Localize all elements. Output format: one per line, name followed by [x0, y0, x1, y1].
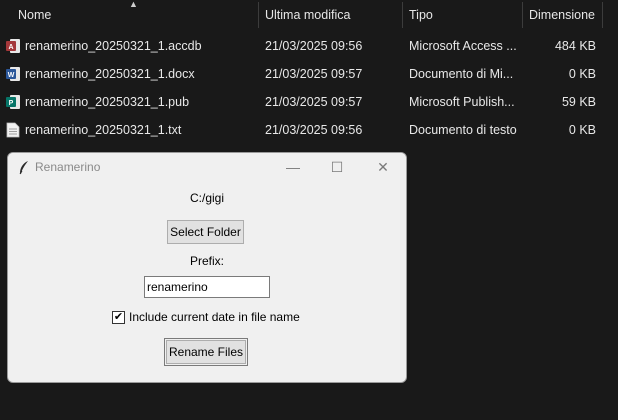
close-button[interactable]: ✕ — [360, 153, 406, 181]
include-date-label: Include current date in file name — [129, 310, 300, 324]
file-size: 59 KB — [561, 95, 596, 109]
svg-text:A: A — [8, 44, 13, 51]
file-row[interactable]: A renamerino_20250321_1.accdb 21/03/2025… — [0, 32, 618, 60]
text-file-icon — [6, 122, 20, 138]
word-file-icon: W — [6, 67, 20, 81]
file-name: renamerino_20250321_1.docx — [25, 67, 195, 81]
minimize-button[interactable]: — — [270, 153, 316, 181]
file-row[interactable]: W renamerino_20250321_1.docx 21/03/2025 … — [0, 60, 618, 88]
file-size: 0 KB — [568, 123, 596, 137]
prefix-input[interactable] — [144, 276, 270, 298]
prefix-label: Prefix: — [189, 254, 224, 268]
column-divider[interactable] — [602, 2, 603, 28]
file-row[interactable]: P renamerino_20250321_1.pub 21/03/2025 0… — [0, 88, 618, 116]
file-modified: 21/03/2025 09:57 — [265, 95, 363, 109]
column-header-modified[interactable]: Ultima modifica — [265, 0, 350, 30]
file-name: renamerino_20250321_1.pub — [25, 95, 190, 109]
file-size: 0 KB — [568, 67, 596, 81]
file-row[interactable]: renamerino_20250321_1.txt 21/03/2025 09:… — [0, 116, 618, 144]
svg-text:P: P — [9, 100, 14, 107]
file-name: renamerino_20250321_1.txt — [25, 123, 182, 137]
access-file-icon: A — [6, 39, 20, 53]
file-size: 484 KB — [554, 39, 596, 53]
column-divider[interactable] — [522, 2, 523, 28]
column-header-name[interactable]: Nome — [18, 0, 51, 30]
column-divider[interactable] — [402, 2, 403, 28]
file-name: renamerino_20250321_1.accdb — [25, 39, 202, 53]
file-type: Microsoft Access ... — [409, 39, 517, 53]
sort-ascending-icon: ▲ — [129, 0, 138, 9]
folder-path-label: C:/gigi — [189, 191, 224, 205]
select-folder-button[interactable]: Select Folder — [167, 220, 244, 244]
column-header-type[interactable]: Tipo — [409, 0, 433, 30]
title-bar[interactable]: Renamerino — ☐ ✕ — [8, 153, 406, 181]
svg-text:W: W — [8, 72, 15, 79]
column-header-size[interactable]: Dimensione — [529, 0, 595, 30]
explorer-column-header: ▲ Nome Ultima modifica Tipo Dimensione — [0, 0, 618, 30]
publisher-file-icon: P — [6, 95, 20, 109]
file-type: Documento di testo — [409, 123, 517, 137]
file-modified: 21/03/2025 09:56 — [265, 39, 363, 53]
renamerino-window: Renamerino — ☐ ✕ C:/gigi Select Folder P… — [7, 152, 407, 383]
include-date-checkbox[interactable]: ✔ — [112, 311, 125, 324]
file-modified: 21/03/2025 09:56 — [265, 123, 363, 137]
file-type: Documento di Mi... — [409, 67, 514, 81]
window-title: Renamerino — [35, 160, 101, 174]
feather-icon — [19, 161, 28, 175]
file-modified: 21/03/2025 09:57 — [265, 67, 363, 81]
rename-files-button[interactable]: Rename Files — [164, 338, 248, 366]
column-divider[interactable] — [258, 2, 259, 28]
file-type: Microsoft Publish... — [409, 95, 515, 109]
maximize-button[interactable]: ☐ — [314, 153, 360, 181]
